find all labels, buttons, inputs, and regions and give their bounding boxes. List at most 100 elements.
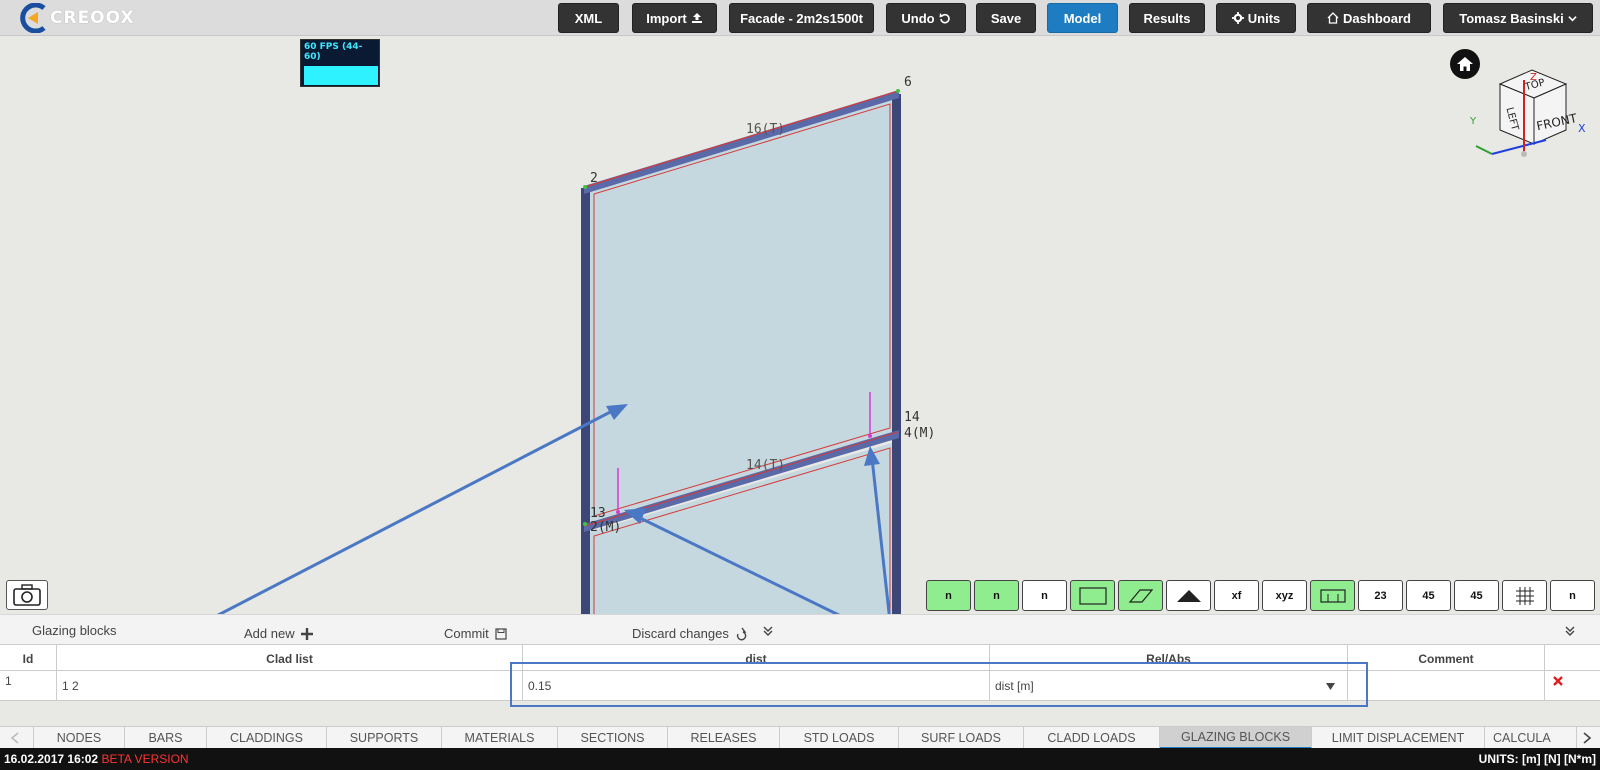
top-bar: CREOOX XML Import Facade - 2m2s1500t Und… <box>0 0 1600 36</box>
toggle-load-values-button[interactable]: 23 <box>1358 580 1403 611</box>
gear-icon <box>1231 12 1244 24</box>
model-viewport[interactable]: 60 FPS (44-60) 6 2 14 4(M) 13 2(M) 16(T)… <box>0 36 1600 614</box>
tab-cladd-loads[interactable]: CLADD LOADS <box>1024 727 1160 749</box>
status-units: UNITS: [m] [N] [N*m] <box>1478 752 1596 766</box>
bar-label: 14(T) <box>746 458 785 473</box>
cell-clad-list[interactable] <box>57 671 523 701</box>
tab-claddings[interactable]: CLADDINGS <box>207 727 327 749</box>
axis-z-label: Z <box>1530 72 1537 83</box>
plus-icon <box>300 627 313 640</box>
toggle-sections-button[interactable] <box>1118 580 1163 611</box>
tab-sections[interactable]: SECTIONS <box>558 727 668 749</box>
cell-dist[interactable] <box>523 671 990 701</box>
tab-calculation[interactable]: CALCULA <box>1485 727 1577 749</box>
rel-abs-value: dist [m] <box>995 679 1034 693</box>
facade-model: 6 2 14 4(M) 13 2(M) 16(T) 14(T) <box>216 75 935 614</box>
dist-input[interactable] <box>528 679 989 693</box>
support-icon <box>1176 589 1201 602</box>
node-label: 14 <box>904 410 920 425</box>
screenshot-button[interactable] <box>6 580 48 610</box>
rel-abs-select[interactable]: dist [m] <box>990 671 1348 701</box>
tab-glazing-blocks[interactable]: GLAZING BLOCKS <box>1160 727 1312 749</box>
tab-surf-loads[interactable]: SURF LOADS <box>899 727 1024 749</box>
toggle-supports-button[interactable] <box>1166 580 1211 611</box>
column-header-comment[interactable]: Comment <box>1348 645 1545 672</box>
cladding-icon <box>1078 586 1107 605</box>
column-header-dist[interactable]: dist <box>523 645 990 672</box>
toggle-cladding-numbers-button[interactable]: n <box>1022 580 1067 611</box>
commit-button[interactable]: Commit <box>444 626 507 641</box>
mullion-left <box>581 188 590 614</box>
toggle-local-axes-button[interactable]: xyz <box>1262 580 1307 611</box>
toggle-dimensions-button[interactable]: 45 <box>1406 580 1451 611</box>
view-toolbar: n n n xf xyz 23 45 45 n <box>926 580 1595 612</box>
bar-label: 16(T) <box>746 122 785 137</box>
import-button[interactable]: Import <box>632 3 717 33</box>
units-button[interactable]: Units <box>1216 3 1296 33</box>
column-header-id[interactable]: Id <box>0 645 57 672</box>
status-datetime: 16.02.2017 16:02 BETA VERSION <box>4 752 189 766</box>
cell-id: 1 <box>0 671 57 701</box>
toggle-angles-button[interactable]: 45 <box>1454 580 1499 611</box>
toggle-releases-button[interactable]: xf <box>1214 580 1259 611</box>
tab-limit-displacement[interactable]: LIMIT DISPLACEMENT <box>1312 727 1485 749</box>
toggle-bar-numbers-button[interactable]: n <box>974 580 1019 611</box>
table-header: Id Clad list dist Rel/Abs Comment <box>0 644 1600 672</box>
tab-nodes[interactable]: NODES <box>33 727 125 749</box>
comment-input[interactable] <box>1353 679 1544 693</box>
axis-x-label: X <box>1578 122 1586 135</box>
column-header-rel-abs[interactable]: Rel/Abs <box>990 645 1348 672</box>
dashboard-button[interactable]: Dashboard <box>1307 3 1431 33</box>
column-header-actions <box>1545 645 1600 672</box>
tab-releases[interactable]: RELEASES <box>668 727 780 749</box>
logo-icon <box>20 3 46 33</box>
tabs-scroll-left-icon[interactable] <box>10 732 20 744</box>
panel-header: Glazing blocks Add new Commit Discard ch… <box>0 614 1600 644</box>
discard-changes-button[interactable]: Discard changes <box>632 626 749 641</box>
app-logo[interactable]: CREOOX <box>18 3 135 33</box>
table-row: 1 dist [m] <box>0 671 1600 701</box>
bottom-tabs: NODES BARS CLADDINGS SUPPORTS MATERIALS … <box>0 726 1600 749</box>
panel-title: Glazing blocks <box>32 623 117 638</box>
mullion-right <box>892 94 901 614</box>
logo-text: CREOOX <box>50 8 135 28</box>
user-menu-button[interactable]: Tomasz Basinski <box>1443 3 1593 33</box>
upload-icon <box>691 13 702 23</box>
camera-icon <box>13 584 41 606</box>
collapse-toggle-icon[interactable] <box>762 625 774 637</box>
clad-list-input[interactable] <box>62 679 522 693</box>
tabs-scroll-right-icon[interactable] <box>1582 732 1592 744</box>
panel-collapse-icon[interactable] <box>1564 625 1576 637</box>
toggle-grid-button[interactable] <box>1502 580 1547 611</box>
section-icon <box>1128 588 1153 603</box>
xml-button[interactable]: XML <box>558 3 619 33</box>
add-new-button[interactable]: Add new <box>244 626 313 641</box>
nav-cube[interactable]: TOP LEFT FRONT Y X Z <box>1470 66 1600 186</box>
recycle-icon <box>736 627 747 640</box>
save-button[interactable]: Save <box>976 3 1036 33</box>
toggle-loads-button[interactable] <box>1310 580 1355 611</box>
home-outline-icon <box>1327 12 1339 24</box>
node-label: 4(M) <box>904 426 935 441</box>
dropdown-arrow-icon <box>1326 682 1335 690</box>
results-button[interactable]: Results <box>1129 3 1205 33</box>
axis-y-label: Y <box>1470 116 1477 127</box>
tab-supports[interactable]: SUPPORTS <box>327 727 442 749</box>
toggle-support-numbers-button[interactable]: n <box>1550 580 1595 611</box>
toggle-node-numbers-button[interactable]: n <box>926 580 971 611</box>
cell-comment[interactable] <box>1348 671 1545 701</box>
undo-icon <box>939 13 950 24</box>
undo-button[interactable]: Undo <box>886 3 966 33</box>
project-button[interactable]: Facade - 2m2s1500t <box>729 3 874 33</box>
delete-row-icon[interactable] <box>1553 676 1563 686</box>
floppy-icon <box>495 627 507 640</box>
grid-icon <box>1515 586 1534 605</box>
node-label: 6 <box>904 75 912 90</box>
tab-std-loads[interactable]: STD LOADS <box>780 727 899 749</box>
model-button[interactable]: Model <box>1047 3 1118 33</box>
tab-materials[interactable]: MATERIALS <box>442 727 558 749</box>
tab-bars[interactable]: BARS <box>125 727 207 749</box>
column-header-clad-list[interactable]: Clad list <box>57 645 523 672</box>
toggle-cladding-view-button[interactable] <box>1070 580 1115 611</box>
beta-label: BETA VERSION <box>101 752 189 766</box>
